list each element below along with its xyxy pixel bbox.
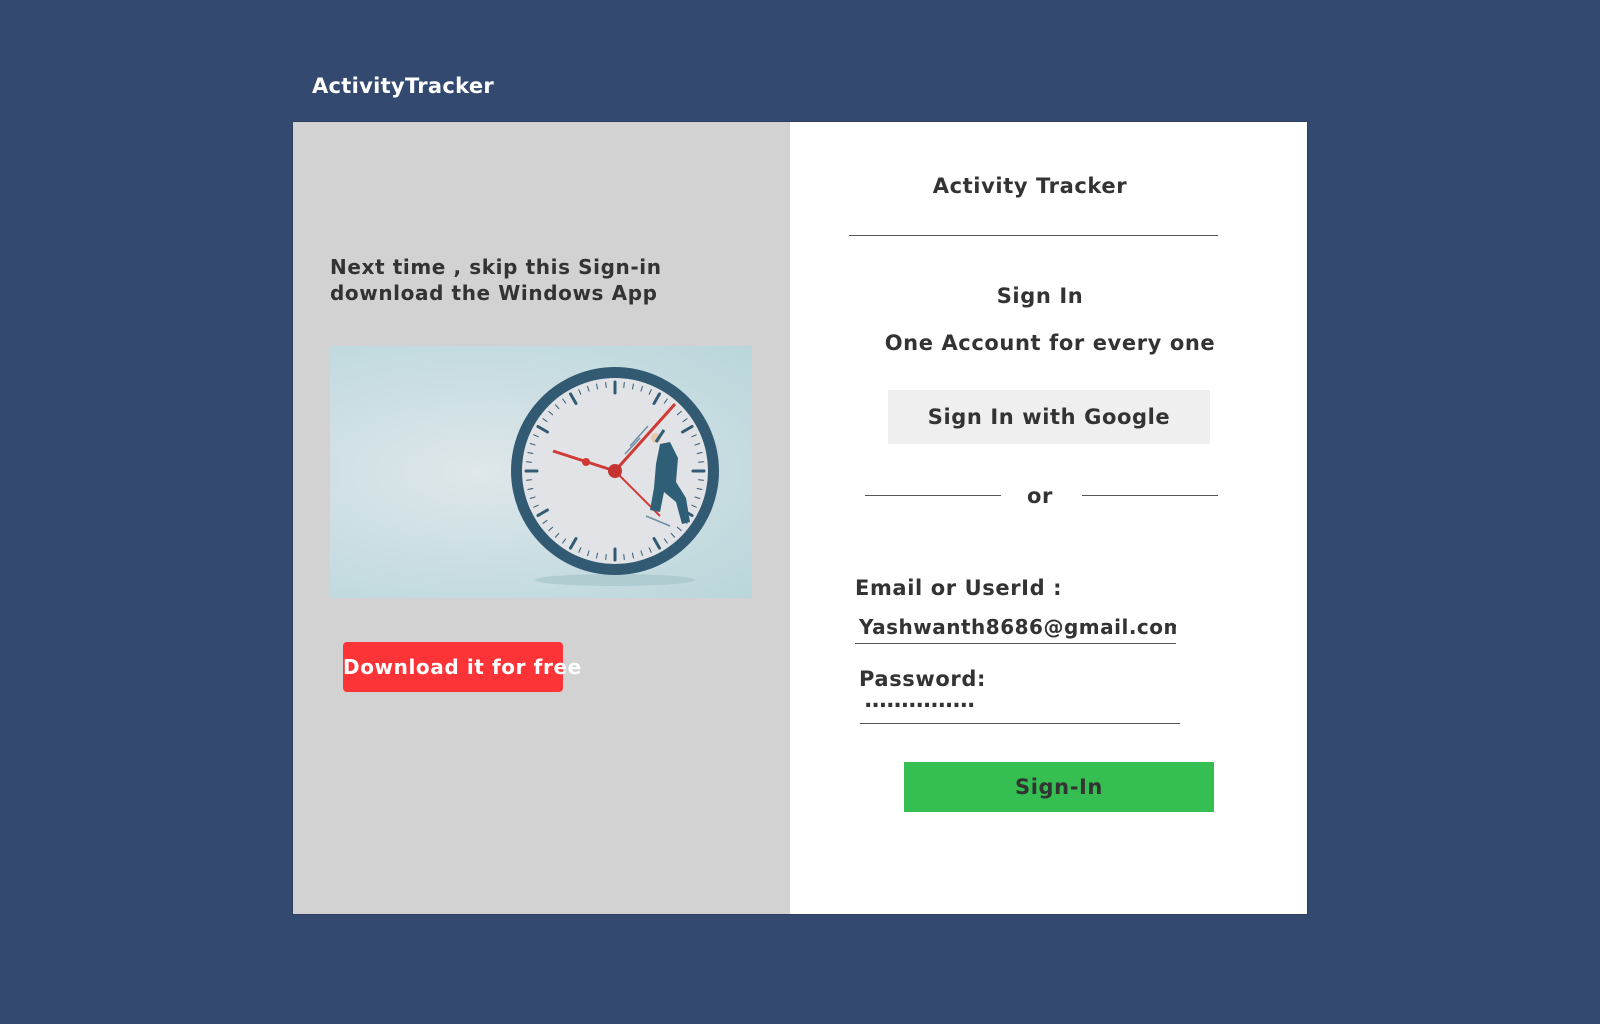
clock-illustration [330, 346, 752, 598]
email-label: Email or UserId : [855, 576, 1063, 600]
signin-heading: Sign In [996, 284, 1084, 308]
download-button[interactable]: Download it for free [343, 642, 581, 692]
or-divider-right [1082, 495, 1218, 496]
signin-panel: Activity Tracker Sign In One Account for… [790, 122, 1307, 914]
clock-minute-tick [698, 461, 705, 463]
clock-minute-tick [623, 554, 625, 561]
brand-title: Activity Tracker [932, 174, 1128, 198]
signin-subheading: One Account for every one [884, 331, 1216, 355]
clock-minute-tick [605, 554, 607, 561]
login-card: Next time , skip this Sign-in download t… [293, 122, 1307, 914]
password-field[interactable]: ............... [860, 692, 1180, 724]
clock-minute-tick [525, 461, 532, 463]
promo-line-1: Next time , skip this Sign-in [330, 255, 662, 279]
clock-minute-tick [698, 479, 705, 481]
clock-minute-tick [623, 381, 625, 388]
promo-line-2: download the Windows App [330, 281, 658, 305]
or-separator: or [1027, 484, 1053, 508]
signin-submit-button[interactable]: Sign-In [904, 762, 1214, 812]
google-signin-button[interactable]: Sign In with Google [888, 390, 1210, 444]
clock-minute-tick [525, 479, 532, 481]
email-field[interactable] [855, 610, 1176, 644]
promo-panel: Next time , skip this Sign-in download t… [293, 122, 790, 914]
clock-minute-tick [605, 381, 607, 388]
clock-illustration-svg [511, 367, 719, 586]
password-label: Password: [859, 667, 987, 691]
app-title: ActivityTracker [312, 74, 495, 98]
promo-text: Next time , skip this Sign-in download t… [330, 254, 730, 306]
or-divider-left [865, 495, 1001, 496]
divider-line [849, 235, 1218, 236]
